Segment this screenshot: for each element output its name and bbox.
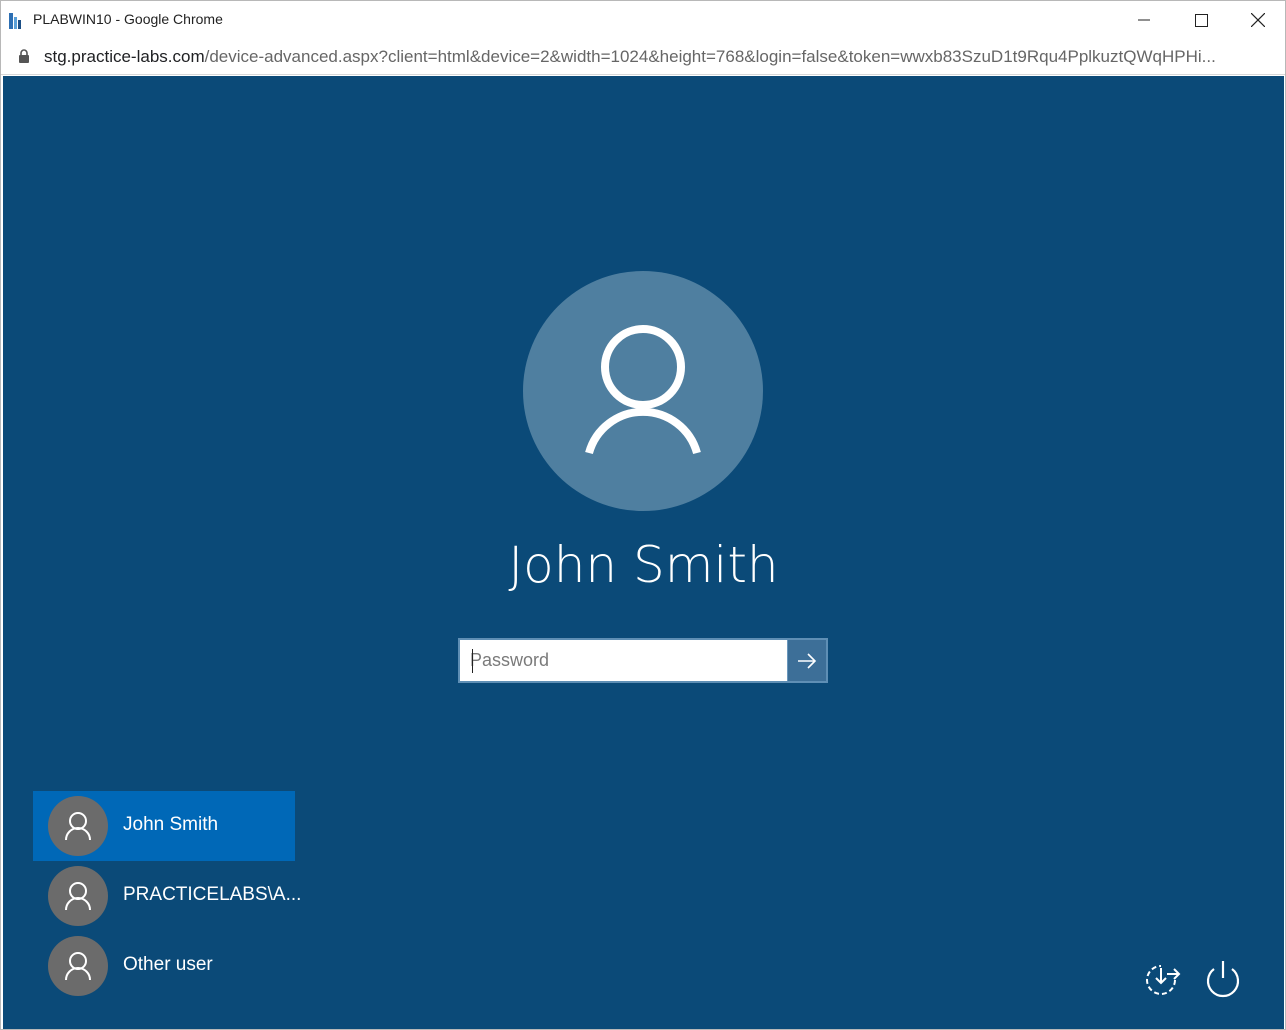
- password-box: [458, 638, 828, 683]
- user-item-john-smith[interactable]: John Smith: [33, 791, 295, 861]
- lock-icon: [19, 49, 29, 63]
- minimize-button[interactable]: [1115, 1, 1173, 39]
- user-item-label: Other user: [123, 954, 213, 975]
- user-icon: [65, 952, 91, 981]
- submit-button[interactable]: [787, 640, 826, 681]
- text-caret: [472, 649, 473, 673]
- lock-screen: John Smith John Smith PRACTICELABS\A... …: [3, 76, 1284, 1029]
- user-icon: [585, 325, 701, 455]
- user-item-label: John Smith: [123, 814, 219, 835]
- password-input[interactable]: [460, 640, 787, 681]
- avatar: [48, 796, 108, 856]
- url-text[interactable]: stg.practice-labs.com/device-advanced.as…: [44, 47, 1264, 67]
- ease-of-access-icon: [1146, 965, 1181, 995]
- arrow-right-icon: [798, 652, 817, 669]
- url-path: /device-advanced.aspx?client=html&device…: [204, 47, 1216, 66]
- ease-of-access-button[interactable]: [1139, 956, 1185, 1002]
- avatar: [48, 936, 108, 996]
- url-host: stg.practice-labs.com: [44, 47, 205, 66]
- user-icon: [65, 882, 91, 911]
- user-item-label: PRACTICELABS\A...: [123, 884, 302, 905]
- user-display-name: John Smith: [508, 536, 779, 594]
- close-icon: [1251, 13, 1265, 27]
- power-icon: [1206, 961, 1240, 998]
- browser-window: PLABWIN10 - Google Chrome stg.practice-l…: [0, 0, 1286, 1030]
- user-item-practicelabs[interactable]: PRACTICELABS\A...: [33, 861, 301, 931]
- user-switch-list: John Smith PRACTICELABS\A... Other user: [33, 791, 301, 1001]
- close-button[interactable]: [1229, 1, 1286, 39]
- avatar: [48, 866, 108, 926]
- window-title: PLABWIN10 - Google Chrome: [33, 11, 223, 27]
- user-avatar-large: [523, 271, 763, 511]
- power-button[interactable]: [1200, 956, 1246, 1002]
- address-bar[interactable]: stg.practice-labs.com/device-advanced.as…: [1, 39, 1285, 75]
- maximize-icon: [1194, 13, 1208, 27]
- app-icon: [9, 13, 21, 29]
- maximize-button[interactable]: [1172, 1, 1230, 39]
- user-icon: [65, 812, 91, 841]
- minimize-icon: [1138, 19, 1150, 21]
- user-item-other-user[interactable]: Other user: [33, 931, 295, 1001]
- title-bar: PLABWIN10 - Google Chrome: [1, 1, 1285, 39]
